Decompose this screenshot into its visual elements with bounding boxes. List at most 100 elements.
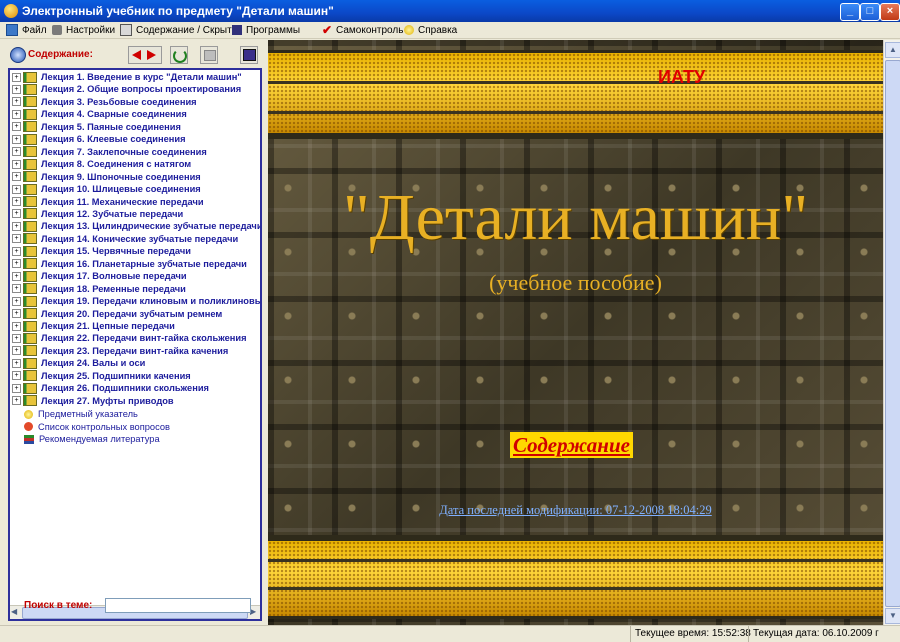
info-icon[interactable] — [10, 47, 26, 63]
tree-item[interactable]: + Лекция 6. Клеевые соединения — [12, 133, 186, 145]
tree-item[interactable]: + Лекция 11. Механические передачи — [12, 196, 204, 208]
scroll-up-icon[interactable]: ▲ — [885, 42, 900, 58]
tree-item[interactable]: + Лекция 25. Подшипники качения — [12, 370, 191, 382]
status-time: Текущее время: 15:52:38 — [630, 626, 751, 642]
menu-file[interactable]: Файл — [6, 23, 47, 37]
expand-icon[interactable]: + — [12, 84, 21, 94]
expand-icon[interactable]: + — [12, 333, 21, 343]
back-forward-button[interactable] — [128, 46, 162, 64]
tree-item-label: Лекция 16. Планетарные зубчатые передачи — [41, 258, 247, 269]
monitor-button[interactable] — [240, 46, 258, 64]
expand-icon[interactable]: + — [12, 72, 21, 82]
app-icon — [4, 4, 18, 18]
org-name: ИАТУ — [658, 67, 706, 87]
tree-item[interactable]: + Лекция 3. Резьбовые соединения — [12, 96, 197, 108]
tree-item[interactable]: + Лекция 1. Введение в курс "Детали машин… — [12, 71, 242, 83]
expand-icon[interactable]: + — [12, 321, 21, 331]
tree-extra-item[interactable]: Список контрольных вопросов — [24, 421, 170, 433]
tree-item[interactable]: + Лекция 13. Цилиндрические зубчатые пере… — [12, 220, 262, 232]
tree-item-label: Лекция 18. Ременные передачи — [41, 283, 186, 294]
expand-icon[interactable]: + — [12, 358, 21, 368]
tree-item-label: Лекция 13. Цилиндрические зубчатые перед… — [41, 221, 262, 232]
expand-icon[interactable]: + — [12, 284, 21, 294]
maximize-button[interactable]: □ — [860, 3, 880, 21]
tree-item-label: Лекция 8. Соединения с натягом — [41, 159, 192, 170]
book-icon — [23, 233, 37, 245]
scroll-down-icon[interactable]: ▼ — [885, 608, 900, 624]
expand-icon[interactable]: + — [12, 383, 21, 393]
expand-icon[interactable]: + — [12, 271, 21, 281]
expand-icon[interactable]: + — [12, 234, 21, 244]
expand-icon[interactable]: + — [12, 109, 21, 119]
refresh-button[interactable] — [170, 46, 188, 64]
tree-item[interactable]: + Лекция 17. Волновые передачи — [12, 270, 187, 282]
tree-item[interactable]: + Лекция 7. Заклепочные соединения — [12, 146, 207, 158]
tree-item[interactable]: + Лекция 8. Соединения с натягом — [12, 158, 191, 170]
tree-item[interactable]: + Лекция 20. Передачи зубчатым ремнем — [12, 308, 222, 320]
expand-icon[interactable]: + — [12, 246, 21, 256]
expand-icon[interactable]: + — [12, 197, 21, 206]
tree-item[interactable]: + Лекция 24. Валы и оси — [12, 357, 145, 369]
expand-icon[interactable]: + — [12, 396, 21, 406]
expand-icon[interactable]: + — [12, 296, 21, 306]
lightbulb-icon — [404, 25, 414, 35]
expand-icon[interactable]: + — [12, 172, 21, 182]
title-bar: Электронный учебник по предмету "Детали … — [0, 0, 900, 22]
menu-help[interactable]: Справка — [404, 23, 457, 37]
tree-item[interactable]: + Лекция 19. Передачи клиновым и поликлин… — [12, 295, 262, 307]
search-input[interactable] — [105, 598, 251, 613]
book-icon — [23, 270, 37, 282]
tree-item[interactable]: + Лекция 21. Цепные передачи — [12, 320, 175, 332]
tree-item[interactable]: + Лекция 16. Планетарные зубчатые передач… — [12, 258, 247, 270]
tree-item[interactable]: + Лекция 23. Передачи винт-гайка качения — [12, 345, 228, 357]
tree-item[interactable]: + Лекция 15. Червячные передачи — [12, 245, 191, 257]
tree-item[interactable]: + Лекция 2. Общие вопросы проектирования — [12, 83, 241, 95]
print-icon — [204, 50, 216, 61]
expand-icon[interactable]: + — [12, 371, 21, 381]
expand-icon[interactable]: + — [12, 147, 21, 157]
menu-contents-toggle[interactable]: Содержание / Скрыть — [120, 23, 237, 37]
tree-item-label: Лекция 2. Общие вопросы проектирования — [41, 84, 242, 95]
tree-item-label: Лекция 20. Передачи зубчатым ремнем — [41, 308, 223, 319]
expand-icon[interactable]: + — [12, 184, 21, 194]
last-modified-link[interactable]: Дата последней модификации: 07-12-2008 1… — [268, 503, 883, 518]
tree-item[interactable]: + Лекция 27. Муфты приводов — [12, 395, 174, 407]
tree-item[interactable]: + Лекция 5. Паяные соединения — [12, 121, 181, 133]
menu-settings[interactable]: Настройки — [52, 23, 115, 37]
print-button[interactable] — [200, 46, 218, 64]
contents-link[interactable]: Содержание — [510, 432, 633, 458]
menu-programs[interactable]: Программы — [232, 23, 300, 37]
book-icon — [23, 258, 37, 270]
vertical-scroll-thumb[interactable] — [885, 60, 900, 607]
search-label: Поиск в теме: — [24, 600, 93, 611]
tree-item[interactable]: + Лекция 12. Зубчатые передачи — [12, 208, 183, 220]
expand-icon[interactable]: + — [12, 122, 21, 132]
tree-extra-item[interactable]: Предметный указатель — [24, 408, 138, 420]
menu-self-check[interactable]: ✔ Самоконтроль — [322, 23, 403, 37]
tree-item[interactable]: + Лекция 18. Ременные передачи — [12, 283, 186, 295]
tree-item[interactable]: + Лекция 9. Шпоночные соединения — [12, 171, 201, 183]
tree-item-label: Лекция 7. Заклепочные соединения — [41, 146, 207, 157]
expand-icon[interactable]: + — [12, 221, 21, 231]
expand-icon[interactable]: + — [12, 309, 21, 319]
vertical-scrollbar[interactable]: ▲ ▼ — [883, 40, 900, 625]
tree-item[interactable]: + Лекция 14. Конические зубчатые передачи — [12, 233, 238, 245]
book-icon — [23, 395, 37, 407]
expand-icon[interactable]: + — [12, 346, 21, 356]
expand-icon[interactable]: + — [12, 134, 21, 144]
expand-icon[interactable]: + — [12, 209, 21, 219]
expand-icon[interactable]: + — [12, 259, 21, 269]
close-button[interactable]: × — [880, 3, 900, 21]
tree-item[interactable]: + Лекция 26. Подшипники скольжения — [12, 382, 209, 394]
tree-extra-label: Предметный указатель — [38, 409, 138, 420]
minimize-button[interactable]: _ — [840, 3, 860, 21]
menu-bar: Файл Настройки Содержание / Скрыть Прогр… — [0, 22, 900, 39]
tree-item[interactable]: + Лекция 4. Сварные соединения — [12, 108, 187, 120]
tree-item-label: Лекция 19. Передачи клиновым и поликлино… — [41, 296, 262, 307]
tree-extra-item[interactable]: Рекомендуемая литература — [24, 433, 160, 445]
expand-icon[interactable]: + — [12, 97, 21, 107]
expand-icon[interactable]: + — [12, 159, 21, 169]
tree-item[interactable]: + Лекция 10. Шлицевые соединения — [12, 183, 201, 195]
tree-item[interactable]: + Лекция 22. Передачи винт-гайка скольжен… — [12, 332, 247, 344]
menu-file-label: Файл — [22, 24, 47, 36]
